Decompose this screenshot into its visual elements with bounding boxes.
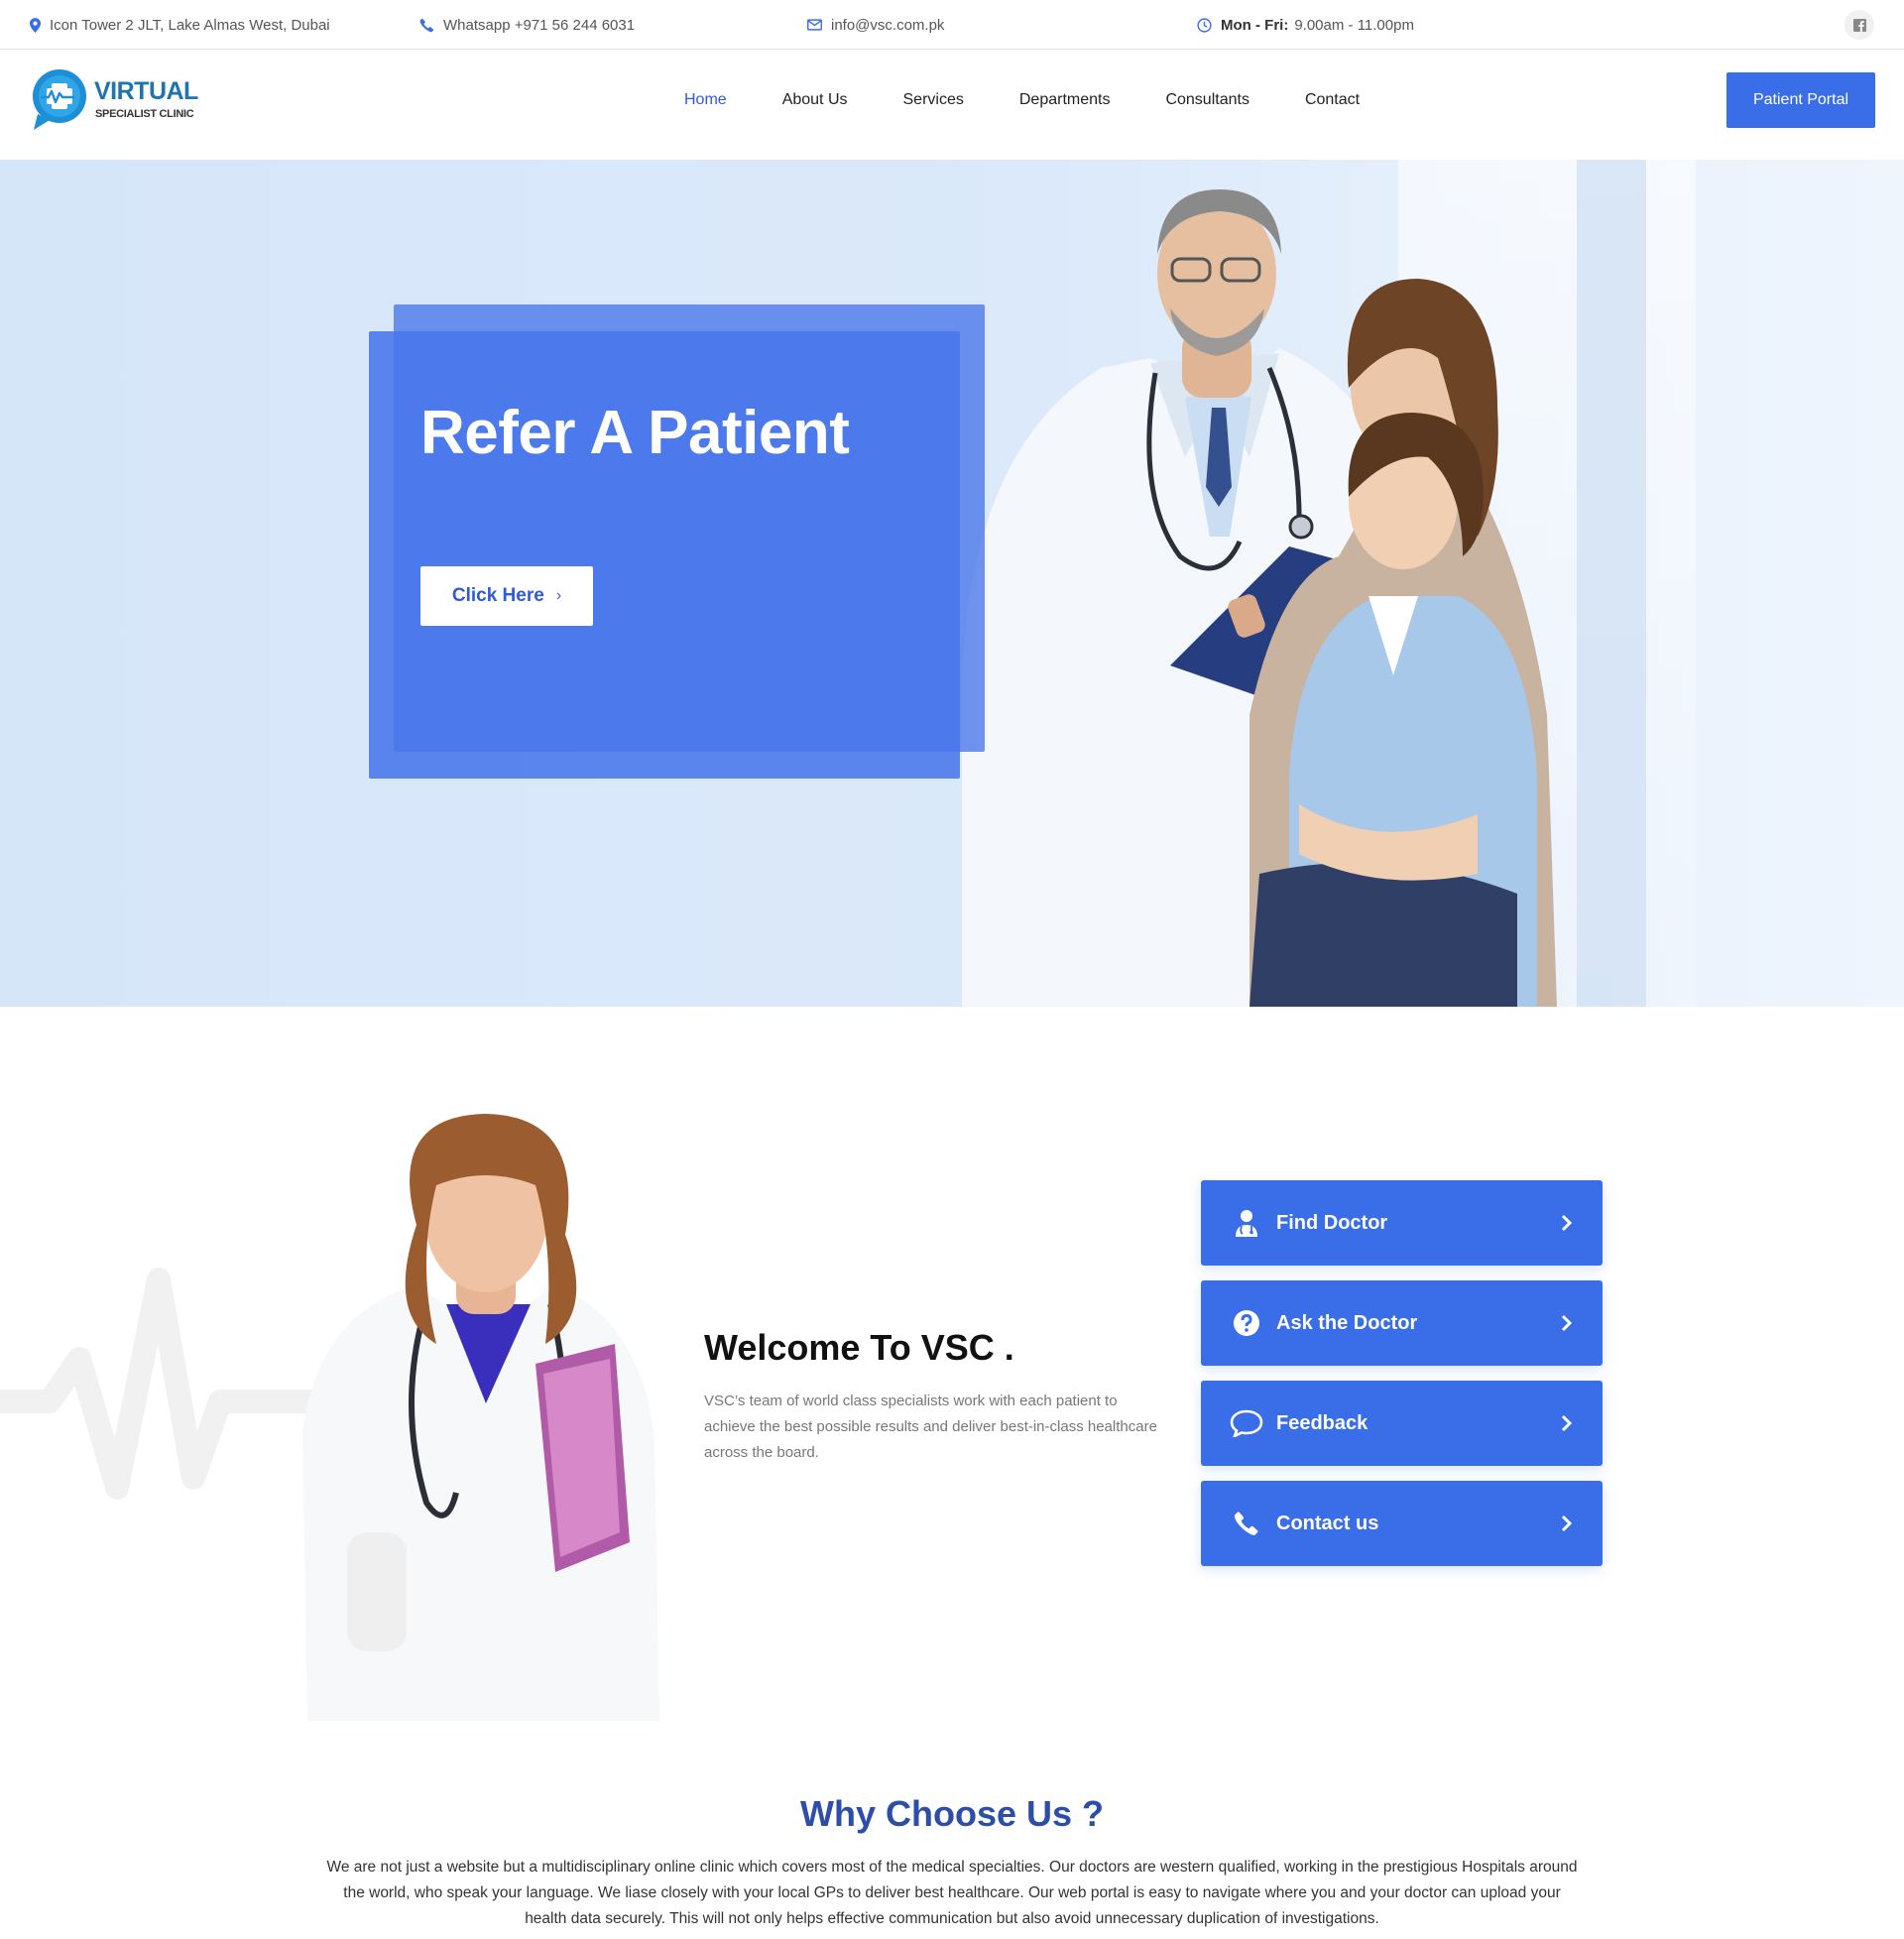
why-choose-us-text: We are not just a website but a multidis… xyxy=(326,1859,1578,1927)
find-doctor-label: Find Doctor xyxy=(1276,1211,1388,1234)
site-header: VIRTUAL SPECIALIST CLINIC Home About Us … xyxy=(0,51,1904,160)
doctor-family-photo xyxy=(962,189,1557,1007)
nav-about-us[interactable]: About Us xyxy=(782,91,848,109)
main-nav: Home About Us Services Departments Consu… xyxy=(684,51,1415,150)
top-info-bar: Icon Tower 2 JLT, Lake Almas West, Dubai… xyxy=(0,0,1904,50)
welcome-title: Welcome To VSC . xyxy=(704,1327,1014,1368)
clock-icon xyxy=(1197,17,1212,33)
chevron-right-icon xyxy=(1561,1414,1573,1432)
female-doctor-photo xyxy=(302,1114,659,1721)
chevron-right-icon xyxy=(1561,1214,1573,1232)
logo-subtitle: SPECIALIST CLINIC xyxy=(95,108,194,120)
chevron-right-icon xyxy=(1561,1314,1573,1332)
phone-text[interactable]: Whatsapp +971 56 244 6031 xyxy=(443,17,635,34)
nav-contact[interactable]: Contact xyxy=(1305,91,1360,109)
phone-icon xyxy=(1229,1511,1264,1536)
hero-title: Refer A Patient xyxy=(420,399,850,467)
ask-the-doctor-label: Ask the Doctor xyxy=(1276,1311,1418,1334)
feedback-label: Feedback xyxy=(1276,1411,1368,1434)
site-logo[interactable]: VIRTUAL SPECIALIST CLINIC xyxy=(32,66,200,132)
phone-icon xyxy=(419,18,434,32)
why-choose-us-title: Why Choose Us ? xyxy=(799,1793,1105,1834)
nav-services[interactable]: Services xyxy=(903,91,964,109)
contact-us-label: Contact us xyxy=(1276,1512,1379,1534)
hero-section: Refer A Patient Click Here › xyxy=(0,160,1904,1007)
nav-departments[interactable]: Departments xyxy=(1019,91,1111,109)
patient-portal-button[interactable]: Patient Portal xyxy=(1726,72,1875,128)
chat-bubble-icon xyxy=(1229,1409,1264,1437)
click-here-button[interactable]: Click Here › xyxy=(420,566,593,626)
logo-title: VIRTUAL xyxy=(94,77,198,105)
hours-label: Mon - Fri: xyxy=(1221,16,1289,34)
location-pin-icon xyxy=(30,17,41,33)
envelope-icon xyxy=(807,19,822,31)
nav-consultants[interactable]: Consultants xyxy=(1165,91,1250,109)
facebook-icon xyxy=(1852,18,1866,32)
address-item: Icon Tower 2 JLT, Lake Almas West, Dubai xyxy=(30,0,330,50)
phone-item[interactable]: Whatsapp +971 56 244 6031 xyxy=(419,0,635,50)
email-text[interactable]: info@vsc.com.pk xyxy=(831,17,944,34)
nav-home[interactable]: Home xyxy=(684,91,727,109)
question-icon xyxy=(1229,1309,1264,1337)
chevron-right-icon xyxy=(1561,1515,1573,1532)
welcome-text: VSC’s team of world class specialists wo… xyxy=(704,1393,1157,1461)
find-doctor-button[interactable]: Find Doctor xyxy=(1201,1180,1603,1266)
chevron-right-icon: › xyxy=(555,587,562,604)
hours-value: 9.00am - 11.00pm xyxy=(1294,16,1414,34)
clinic-logo-icon xyxy=(33,69,86,130)
facebook-link[interactable] xyxy=(1844,10,1874,40)
hours-item: Mon - Fri: 9.00am - 11.00pm xyxy=(1197,0,1414,50)
address-text: Icon Tower 2 JLT, Lake Almas West, Dubai xyxy=(50,16,330,34)
feedback-button[interactable]: Feedback xyxy=(1201,1381,1603,1466)
ask-the-doctor-button[interactable]: Ask the Doctor xyxy=(1201,1280,1603,1366)
click-here-label: Click Here xyxy=(451,585,544,606)
doctor-icon xyxy=(1229,1209,1264,1237)
contact-us-button[interactable]: Contact us xyxy=(1201,1481,1603,1566)
email-item[interactable]: info@vsc.com.pk xyxy=(807,0,944,50)
